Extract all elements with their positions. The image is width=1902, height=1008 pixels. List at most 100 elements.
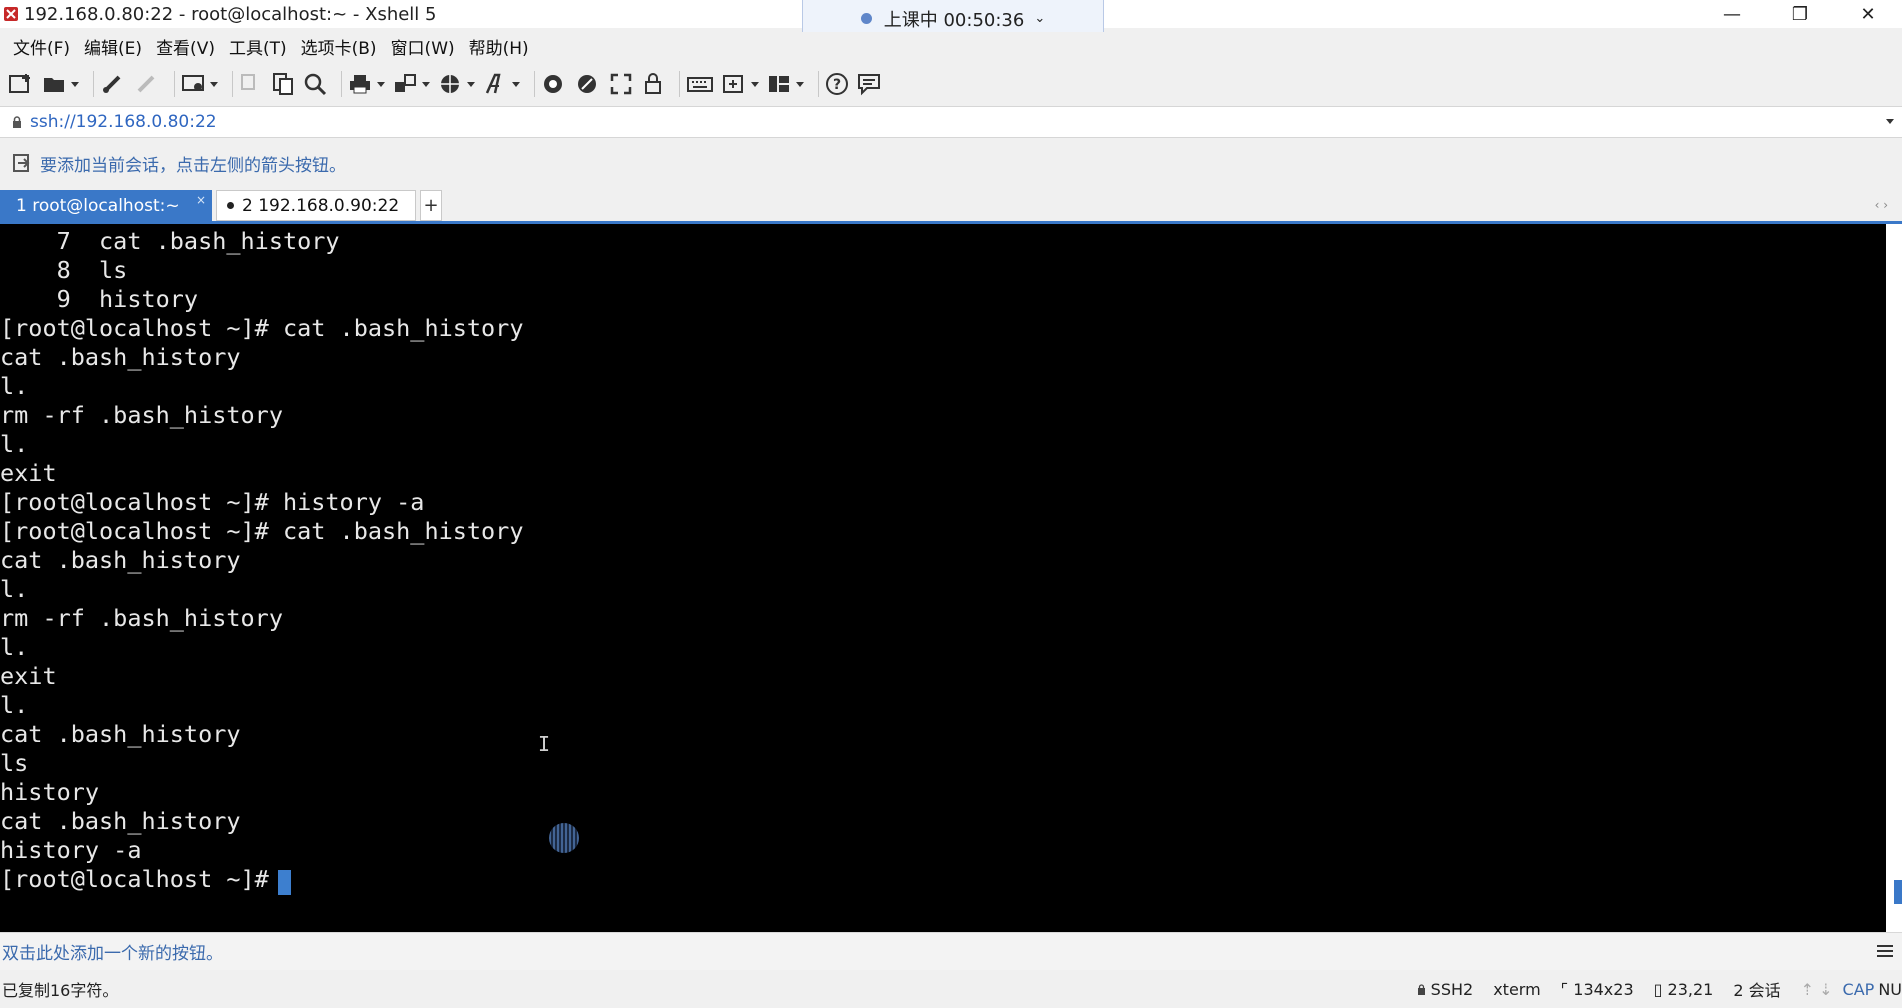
terminal-line: cat .bash_history — [0, 807, 241, 835]
add-session-arrow-icon[interactable] — [12, 153, 32, 173]
search-icon — [304, 73, 327, 96]
unlink-icon — [137, 75, 155, 93]
properties-button[interactable] — [181, 69, 218, 99]
terminal-line: exit — [0, 662, 57, 690]
chevron-down-icon[interactable] — [1886, 119, 1894, 124]
terminal-line: l. — [0, 430, 29, 458]
terminal-scrollbar[interactable] — [1886, 224, 1902, 932]
terminal-line: 9 history — [0, 285, 199, 313]
menu-view[interactable]: 查看(V) — [149, 34, 222, 59]
terminal-line: exit — [0, 459, 57, 487]
terminal-line: cat .bash_history — [0, 546, 241, 574]
chevron-down-icon: ⌄ — [1034, 11, 1046, 26]
new-tab-button[interactable] — [722, 69, 759, 99]
tab-bar: 1 root@localhost:~ × 2 192.168.0.90:22 +… — [0, 190, 1902, 224]
toolbar-separator — [818, 71, 819, 97]
scrollbar-thumb[interactable] — [1894, 880, 1902, 904]
status-dot-icon — [227, 202, 234, 209]
tab-root-localhost[interactable]: 1 root@localhost:~ × — [0, 190, 212, 221]
session-timer-label: 上课中 00:50:36 — [883, 9, 1025, 31]
menu-file[interactable]: 文件(F) — [6, 34, 77, 59]
xmanager-icon — [578, 75, 596, 93]
tab-label: 1 root@localhost:~ — [16, 195, 180, 216]
status-transfer-arrows-icon: ⇡ ⇣ — [1800, 979, 1833, 999]
terminal-size-label: 134x23 — [1573, 979, 1634, 999]
paste-button[interactable] — [271, 69, 295, 99]
lock-button[interactable] — [641, 69, 665, 99]
terminal-line: rm -rf .bash_history — [0, 604, 283, 632]
toolbar-separator — [174, 71, 175, 97]
menu-icon[interactable] — [1876, 943, 1894, 959]
print-button[interactable] — [348, 69, 385, 99]
window-controls: — ❐ ✕ — [1698, 0, 1902, 28]
tab-scroll-arrows-icon[interactable]: ‹ › — [1875, 198, 1888, 212]
terminal-line: [root@localhost ~]# cat .bash_history — [0, 314, 524, 342]
terminal-line: cat .bash_history — [0, 343, 241, 371]
add-tab-icon — [723, 75, 743, 93]
chat-icon — [858, 74, 880, 96]
terminal-line: l. — [0, 691, 29, 719]
font-button[interactable] — [483, 69, 520, 99]
layout-button[interactable] — [767, 69, 804, 99]
window-title: 192.168.0.80:22 - root@localhost:~ - Xsh… — [24, 3, 437, 25]
status-caps-lock: CAP — [1842, 979, 1875, 999]
status-cursor-position: ▯ 23,21 — [1654, 980, 1714, 999]
keyboard-button[interactable] — [686, 69, 714, 99]
fullscreen-button[interactable] — [609, 69, 633, 99]
menu-tabs[interactable]: 选项卡(B) — [294, 34, 384, 59]
menu-tools[interactable]: 工具(T) — [222, 34, 294, 59]
fullscreen-icon — [610, 73, 632, 95]
help-button[interactable]: ? — [825, 69, 849, 99]
chat-button[interactable] — [857, 69, 883, 99]
terminal-line: 8 ls — [0, 256, 128, 284]
lock-icon — [13, 116, 21, 128]
transfer-button[interactable] — [393, 69, 430, 99]
lock-icon — [645, 73, 661, 94]
link-icon — [103, 75, 121, 93]
xftp-button[interactable] — [541, 69, 567, 99]
terminal-prompt-line: [root@localhost ~]# — [0, 865, 283, 893]
add-tab-button[interactable]: + — [420, 190, 442, 221]
toolbar-separator — [93, 71, 94, 97]
globe-icon — [441, 75, 459, 93]
menu-edit[interactable]: 编辑(E) — [77, 34, 149, 59]
new-session-button[interactable] — [8, 69, 34, 99]
disconnect-button[interactable] — [134, 69, 160, 99]
tab-192-168-0-90[interactable]: 2 192.168.0.90:22 — [216, 190, 416, 221]
menu-bar: 文件(F) 编辑(E) 查看(V) 工具(T) 选项卡(B) 窗口(W) 帮助(… — [0, 32, 1902, 60]
status-session-count: 2 会话 — [1733, 981, 1781, 1000]
folder-open-icon — [44, 78, 64, 92]
svg-text:?: ? — [833, 77, 841, 93]
terminal-line: l. — [0, 372, 29, 400]
terminal-line: history — [0, 778, 100, 806]
globe-button[interactable] — [438, 69, 475, 99]
connect-button[interactable] — [100, 69, 126, 99]
address-bar[interactable]: ssh://192.168.0.80:22 — [0, 106, 1902, 138]
toolbar-separator — [534, 71, 535, 97]
printer-icon — [350, 75, 370, 94]
close-icon[interactable]: × — [196, 193, 206, 207]
terminal-output[interactable]: 7 cat .bash_history 8 ls 9 history [root… — [0, 224, 1886, 932]
terminal-line: l. — [0, 633, 29, 661]
font-icon — [485, 73, 501, 94]
find-button[interactable] — [303, 69, 327, 99]
mouse-pointer-icon — [549, 823, 579, 853]
copy-button[interactable] — [239, 69, 263, 99]
terminal-line: l. — [0, 575, 29, 603]
quick-command-bar[interactable]: 双击此处添加一个新的按钮。 — [0, 932, 1902, 970]
open-session-button[interactable] — [42, 69, 79, 99]
minimize-button[interactable]: — — [1698, 0, 1766, 28]
menu-window[interactable]: 窗口(W) — [384, 34, 462, 59]
menu-help[interactable]: 帮助(H) — [462, 34, 536, 59]
new-session-icon — [9, 74, 30, 93]
terminal-line: 7 cat .bash_history — [0, 227, 340, 255]
xmanager-button[interactable] — [575, 69, 601, 99]
close-button[interactable]: ✕ — [1834, 0, 1902, 28]
text-cursor-icon: I — [538, 732, 551, 756]
transfer-icon — [395, 74, 416, 92]
cursor-position-label: 23,21 — [1667, 979, 1714, 999]
timer-dot-icon — [860, 13, 872, 24]
status-bar: 已复制16字符。 SSH2 xterm ⌜ 134x23 ▯ 23,21 2 会… — [0, 970, 1902, 1008]
toolbar: ? — [0, 64, 1902, 104]
maximize-button[interactable]: ❐ — [1766, 0, 1834, 28]
